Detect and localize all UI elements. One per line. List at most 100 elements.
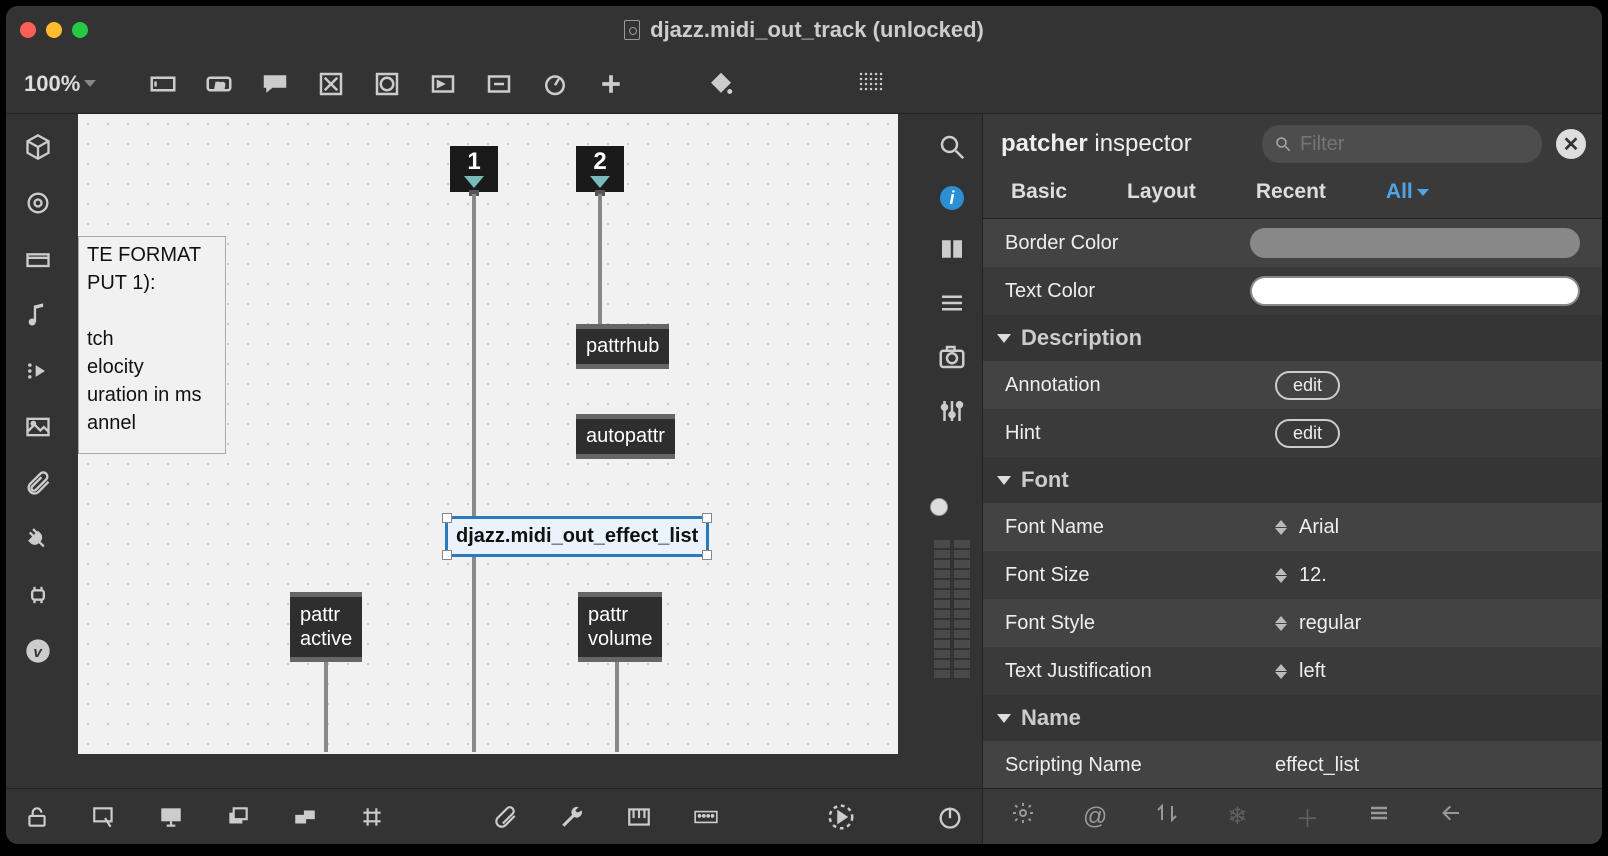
object-effect-list-selected[interactable]: djazz.midi_out_effect_list xyxy=(445,516,709,557)
row-font-size[interactable]: Font Size 12. xyxy=(983,551,1602,599)
row-annotation[interactable]: Annotation edit xyxy=(983,361,1602,409)
gear-icon[interactable] xyxy=(1011,801,1035,832)
inspector-filter[interactable] xyxy=(1262,125,1542,163)
snowflake-icon[interactable]: ❄ xyxy=(1227,802,1247,831)
chevron-down-icon xyxy=(84,80,96,87)
comment-icon[interactable] xyxy=(258,67,292,101)
back-arrow-icon[interactable] xyxy=(1439,801,1463,832)
patcher-canvas[interactable]: TE FORMAT PUT 1): tch elocity uration in… xyxy=(78,114,898,754)
text-color-swatch[interactable] xyxy=(1250,276,1580,306)
patcher-footer xyxy=(6,788,982,844)
layers-icon[interactable] xyxy=(291,802,318,832)
inspector-tabs: Basic Layout Recent All xyxy=(983,174,1602,219)
svg-text:m: m xyxy=(216,80,225,92)
button-icon[interactable] xyxy=(370,67,404,101)
section-font[interactable]: Font xyxy=(983,457,1602,503)
section-description[interactable]: Description xyxy=(983,315,1602,361)
inlet-1[interactable]: 1 xyxy=(450,146,498,192)
stepper-icon[interactable] xyxy=(1275,520,1287,535)
columns-icon[interactable] xyxy=(937,234,967,264)
object-pattrhub[interactable]: pattrhub xyxy=(576,324,669,369)
package-icon[interactable] xyxy=(23,132,53,162)
row-text-color[interactable]: Text Color xyxy=(983,267,1602,315)
tab-recent[interactable]: Recent xyxy=(1256,180,1326,204)
object-box-icon[interactable] xyxy=(146,67,180,101)
gain-knob[interactable] xyxy=(930,498,948,516)
search-icon[interactable] xyxy=(937,132,967,162)
section-name[interactable]: Name xyxy=(983,695,1602,741)
grid-pattern-icon[interactable] xyxy=(854,67,888,101)
triangle-down-icon xyxy=(997,476,1011,485)
row-border-color[interactable]: Border Color xyxy=(983,219,1602,267)
toggle-icon[interactable] xyxy=(314,67,348,101)
wrench-icon[interactable] xyxy=(559,802,586,832)
object-pattr-active[interactable]: pattr active xyxy=(290,592,362,662)
plug-icon[interactable] xyxy=(23,524,53,554)
paperclip-icon[interactable] xyxy=(23,468,53,498)
play-circle-icon[interactable] xyxy=(826,802,856,832)
sliders-icon[interactable] xyxy=(937,396,967,426)
message-box-icon[interactable]: m xyxy=(202,67,236,101)
inspector-title: patcher inspector xyxy=(1001,130,1248,158)
window-title-text: djazz.midi_out_track (unlocked) xyxy=(650,17,984,43)
row-font-name[interactable]: Font Name Arial xyxy=(983,503,1602,551)
patch-cable[interactable] xyxy=(615,652,619,752)
keyboard-icon[interactable] xyxy=(692,802,719,832)
attach-icon[interactable] xyxy=(492,802,519,832)
patch-cable[interactable] xyxy=(598,194,602,324)
stepper-icon[interactable] xyxy=(1275,664,1287,679)
close-inspector-button[interactable]: ✕ xyxy=(1556,129,1586,159)
window-title: djazz.midi_out_track (unlocked) xyxy=(6,17,1602,43)
tab-basic[interactable]: Basic xyxy=(1011,180,1067,204)
stepper-icon[interactable] xyxy=(1275,568,1287,583)
image-icon[interactable] xyxy=(23,412,53,442)
stack-icon[interactable] xyxy=(224,802,251,832)
patch-cable[interactable] xyxy=(324,652,328,752)
app-window: djazz.midi_out_track (unlocked) 100% m xyxy=(6,6,1602,844)
presentation-icon[interactable] xyxy=(158,802,185,832)
target-icon[interactable] xyxy=(23,188,53,218)
filter-input[interactable] xyxy=(1300,133,1530,156)
info-icon[interactable]: i xyxy=(940,186,964,210)
v-circle-icon[interactable]: v xyxy=(23,636,53,666)
main-body: v TE FORMAT PUT 1): tch elocity uration … xyxy=(6,114,1602,844)
connector-icon[interactable] xyxy=(23,580,53,610)
lock-icon[interactable] xyxy=(24,802,51,832)
at-icon[interactable]: @ xyxy=(1083,803,1107,831)
dial-icon[interactable] xyxy=(538,67,572,101)
list-icon[interactable] xyxy=(937,288,967,318)
object-pattr-volume[interactable]: pattr volume xyxy=(578,592,662,662)
note-icon[interactable] xyxy=(23,300,53,330)
piano-icon[interactable] xyxy=(625,802,652,832)
inlet-2[interactable]: 2 xyxy=(576,146,624,192)
object-autopattr[interactable]: autopattr xyxy=(576,414,675,459)
tab-all[interactable]: All xyxy=(1386,180,1429,204)
stepper-icon[interactable] xyxy=(1275,616,1287,631)
paint-bucket-icon[interactable] xyxy=(704,67,738,101)
tab-layout[interactable]: Layout xyxy=(1127,180,1196,204)
zoom-dropdown[interactable]: 100% xyxy=(24,71,96,97)
row-scripting-name[interactable]: Scripting Name effect_list xyxy=(983,741,1602,788)
panel-icon[interactable] xyxy=(23,244,53,274)
menu-icon[interactable] xyxy=(1367,801,1391,832)
comment-object[interactable]: TE FORMAT PUT 1): tch elocity uration in… xyxy=(78,236,226,454)
patch-cable[interactable] xyxy=(472,194,476,752)
camera-icon[interactable] xyxy=(937,342,967,372)
row-font-style[interactable]: Font Style regular xyxy=(983,599,1602,647)
float-box-icon[interactable] xyxy=(482,67,516,101)
number-box-icon[interactable] xyxy=(426,67,460,101)
chevron-down-icon xyxy=(1417,189,1429,196)
step-forward-icon[interactable] xyxy=(23,356,53,386)
hint-edit-button[interactable]: edit xyxy=(1275,419,1340,448)
cursor-icon[interactable] xyxy=(91,802,118,832)
annotation-edit-button[interactable]: edit xyxy=(1275,371,1340,400)
plus-icon[interactable]: ＋ xyxy=(1295,799,1319,834)
add-object-icon[interactable] xyxy=(594,67,628,101)
power-icon[interactable] xyxy=(936,802,964,832)
border-color-swatch[interactable] xyxy=(1250,228,1580,258)
row-text-justification[interactable]: Text Justification left xyxy=(983,647,1602,695)
grid-icon[interactable] xyxy=(358,802,385,832)
audio-meters[interactable] xyxy=(934,458,970,678)
swap-icon[interactable] xyxy=(1155,801,1179,832)
row-hint[interactable]: Hint edit xyxy=(983,409,1602,457)
